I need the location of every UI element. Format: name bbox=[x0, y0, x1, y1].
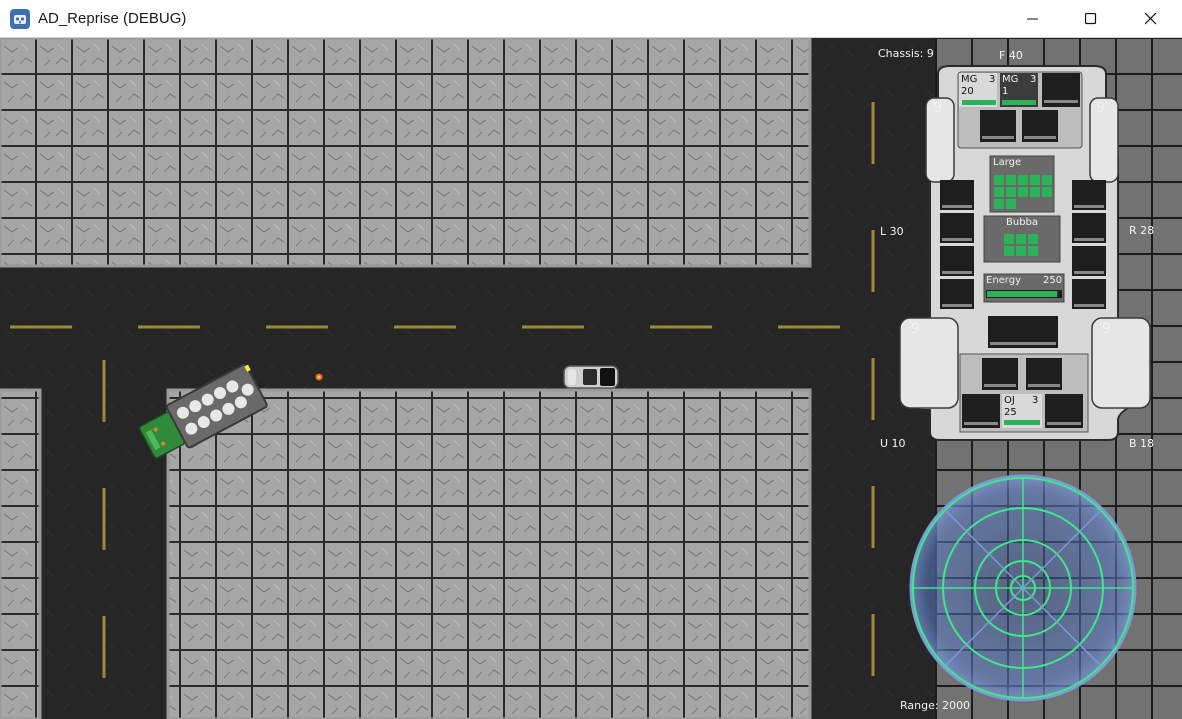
city-block-southwest bbox=[0, 390, 40, 719]
minimize-icon bbox=[1027, 18, 1038, 20]
tire-front-right-value: 9 bbox=[1096, 100, 1105, 116]
slot-oj-name: OJ bbox=[1004, 395, 1015, 406]
radar bbox=[909, 474, 1137, 702]
minimize-button[interactable] bbox=[1004, 0, 1062, 38]
armor-under: U 10 bbox=[880, 437, 906, 450]
tire-rear-right-value: 9 bbox=[1102, 321, 1111, 337]
game-viewport[interactable]: Chassis: 9 F 40 L 30 R 28 U 10 B 18 9 9 … bbox=[0, 38, 1182, 719]
chassis-label: Chassis: 9 bbox=[878, 47, 934, 60]
slot-mg-2-ammo: 3 bbox=[1030, 74, 1037, 85]
city-block-north bbox=[0, 38, 810, 266]
slot-mg-1-ammo: 3 bbox=[989, 74, 996, 85]
tire-rear-left-value: 9 bbox=[911, 321, 920, 337]
tire-front-left-value: 9 bbox=[933, 100, 942, 116]
slot-mg-2-name: MG bbox=[1002, 74, 1019, 85]
tire-rear-left bbox=[899, 317, 959, 409]
maximize-icon bbox=[1085, 13, 1097, 25]
maximize-button[interactable] bbox=[1062, 0, 1120, 38]
close-icon bbox=[1145, 13, 1157, 25]
slot-oj-count: 25 bbox=[1004, 407, 1017, 418]
driver-label: Bubba bbox=[1006, 217, 1039, 228]
energy-label: Energy bbox=[986, 275, 1022, 286]
energy-value: 250 bbox=[1043, 275, 1063, 286]
vehicle-status-diagram bbox=[899, 65, 1151, 441]
window-titlebar[interactable]: AD_Reprise (DEBUG) bbox=[0, 0, 1182, 38]
range-label: Range: 2000 bbox=[900, 699, 971, 712]
armor-right: R 28 bbox=[1129, 224, 1155, 237]
armor-left: L 30 bbox=[880, 225, 904, 238]
city-block-south bbox=[168, 390, 810, 719]
armor-back: B 18 bbox=[1129, 437, 1155, 450]
slot-mg-1-count: 20 bbox=[961, 86, 974, 97]
armor-front: F 40 bbox=[999, 49, 1023, 62]
slot-oj-ammo: 3 bbox=[1032, 395, 1039, 406]
close-button[interactable] bbox=[1122, 0, 1180, 38]
slot-mg-2-count: 1 bbox=[1002, 86, 1009, 97]
player-car bbox=[563, 365, 619, 389]
energy-bar bbox=[987, 291, 1058, 297]
godot-icon bbox=[10, 9, 30, 29]
game-world bbox=[0, 38, 1182, 719]
window-title: AD_Reprise (DEBUG) bbox=[38, 10, 187, 27]
slot-mg-1-name: MG bbox=[961, 74, 978, 85]
tire-rear-right bbox=[1091, 317, 1151, 409]
cargo-large-label: Large bbox=[993, 157, 1022, 168]
